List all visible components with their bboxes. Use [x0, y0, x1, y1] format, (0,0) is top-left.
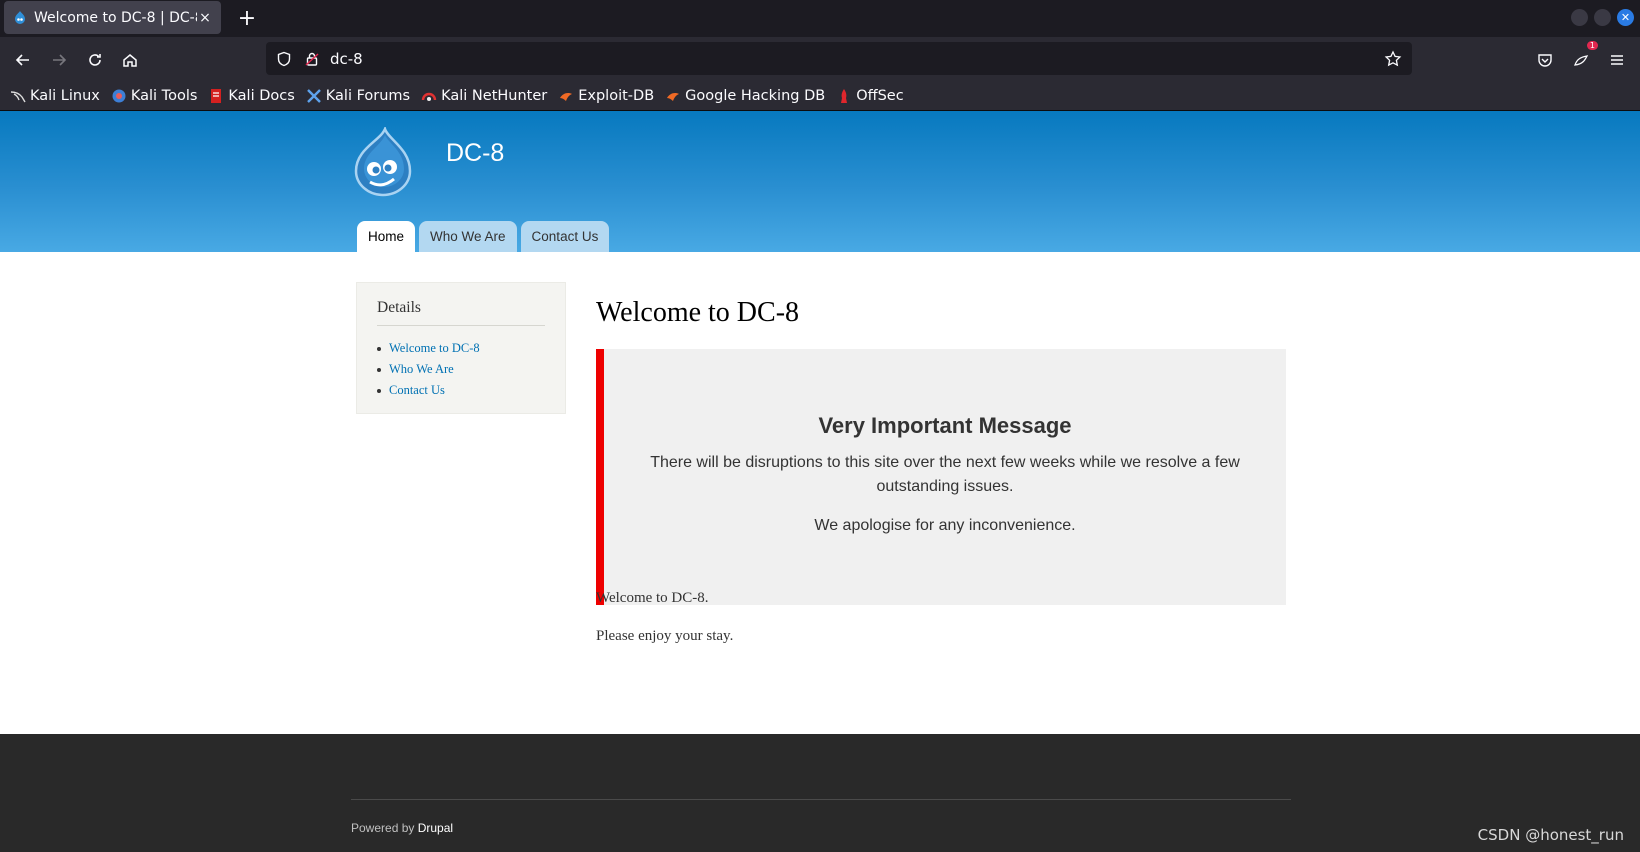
url-bar[interactable]: dc-8 — [266, 42, 1412, 75]
drupal-favicon-icon — [15, 10, 25, 24]
kali-tools-icon — [111, 88, 127, 104]
page-title: Welcome to DC-8 — [596, 297, 800, 328]
sidebar-item-who-we-are[interactable]: Who We Are — [377, 359, 480, 380]
browser-tab-bar: Welcome to DC-8 | DC-8 × + ✕ — [0, 0, 1640, 37]
web-page: DC-8 Home Who We Are Contact Us Details … — [0, 111, 1640, 852]
site-header: DC-8 Home Who We Are Contact Us — [0, 111, 1640, 252]
footer-divider — [351, 799, 1291, 800]
new-tab-button[interactable]: + — [232, 3, 262, 33]
bookmark-google-hacking-db[interactable]: Google Hacking DB — [665, 88, 825, 104]
bookmark-star-icon[interactable] — [1380, 46, 1406, 72]
sidebar-title: Details — [377, 299, 421, 316]
drupal-link[interactable]: Drupal — [418, 821, 453, 835]
drupal-logo-icon[interactable] — [352, 127, 414, 197]
extension-icon[interactable]: 1 — [1566, 41, 1598, 75]
ghdb-icon — [665, 88, 681, 104]
site-footer: Powered by Drupal — [0, 734, 1640, 852]
url-text: dc-8 — [330, 49, 363, 68]
tab-who-we-are[interactable]: Who We Are — [419, 221, 517, 252]
sidebar-menu: Welcome to DC-8 Who We Are Contact Us — [377, 338, 480, 401]
notification-badge: 1 — [1586, 41, 1598, 50]
body-paragraph-1: Welcome to DC-8. — [596, 590, 709, 606]
tab-close-icon[interactable]: × — [197, 10, 213, 26]
bookmark-kali-docs[interactable]: Kali Docs — [208, 88, 295, 104]
back-icon[interactable] — [8, 45, 38, 75]
window-close-icon[interactable]: ✕ — [1617, 9, 1634, 26]
message-paragraph-2: We apologise for any inconvenience. — [814, 517, 1076, 534]
sidebar-details-block: Details Welcome to DC-8 Who We Are Conta… — [356, 282, 566, 414]
reload-icon[interactable] — [80, 45, 110, 75]
kali-dragon-icon — [10, 88, 26, 104]
home-icon[interactable] — [115, 45, 145, 75]
offsec-icon — [836, 88, 852, 104]
shield-icon[interactable] — [274, 49, 294, 69]
sidebar-item-contact-us[interactable]: Contact Us — [377, 380, 480, 401]
exploit-db-icon — [558, 88, 574, 104]
bookmarks-toolbar: Kali Linux Kali Tools Kali Docs Kali For… — [0, 81, 1640, 111]
forward-icon[interactable] — [44, 45, 74, 75]
tab-title: Welcome to DC-8 | DC-8 — [34, 9, 197, 26]
bookmark-kali-linux[interactable]: Kali Linux — [10, 88, 100, 104]
primary-tabs: Home Who We Are Contact Us — [357, 221, 613, 252]
tab-home[interactable]: Home — [357, 221, 416, 252]
menu-icon[interactable] — [1602, 45, 1632, 75]
pocket-icon[interactable] — [1530, 45, 1560, 75]
body-paragraph-2: Please enjoy your stay. — [596, 628, 734, 644]
watermark: CSDN @honest_run — [1477, 826, 1624, 844]
powered-by: Powered by Drupal — [351, 821, 454, 835]
bookmark-kali-forums[interactable]: Kali Forums — [306, 88, 410, 104]
site-name[interactable]: DC-8 — [446, 139, 504, 168]
bookmark-kali-tools[interactable]: Kali Tools — [111, 88, 197, 104]
kali-docs-icon — [208, 88, 224, 104]
maximize-icon[interactable] — [1594, 9, 1611, 26]
browser-tab[interactable]: Welcome to DC-8 | DC-8 × — [4, 1, 221, 34]
browser-nav-bar: dc-8 1 — [0, 37, 1640, 81]
message-paragraph-1: There will be disruptions to this site o… — [650, 454, 1240, 495]
sidebar-divider — [377, 325, 545, 326]
bookmark-exploit-db[interactable]: Exploit-DB — [558, 88, 654, 104]
tab-contact-us[interactable]: Contact Us — [520, 221, 610, 252]
message-heading: Very Important Message — [818, 413, 1072, 438]
nethunter-icon — [421, 88, 437, 104]
kali-forums-icon — [306, 88, 322, 104]
important-message-box: Very Important Message There will be dis… — [596, 349, 1286, 605]
sidebar-item-welcome[interactable]: Welcome to DC-8 — [377, 338, 480, 359]
lock-icon[interactable] — [302, 49, 322, 69]
bookmark-kali-nethunter[interactable]: Kali NetHunter — [421, 88, 547, 104]
bookmark-offsec[interactable]: OffSec — [836, 88, 904, 104]
minimize-icon[interactable] — [1571, 9, 1588, 26]
